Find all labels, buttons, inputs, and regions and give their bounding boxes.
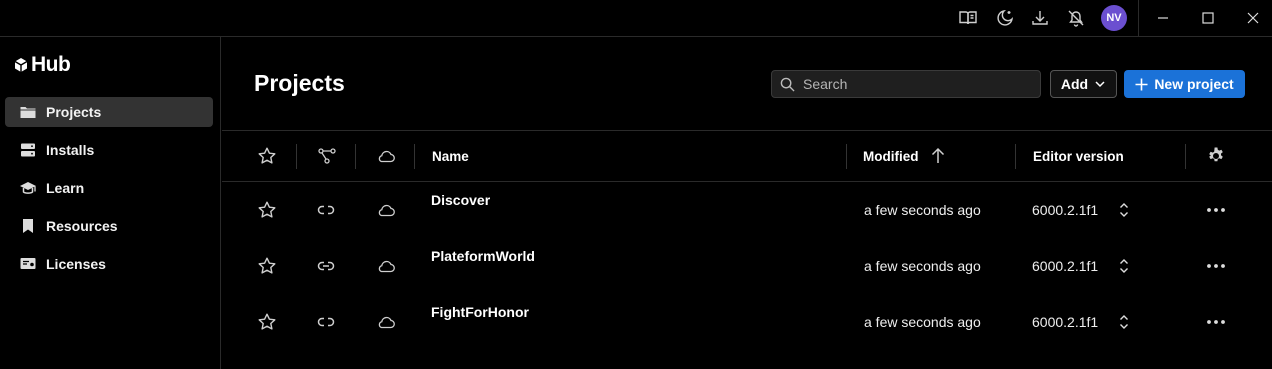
column-separator [846, 144, 847, 169]
sidebar-item-label: Learn [46, 180, 85, 196]
gear-icon[interactable] [1206, 146, 1226, 166]
star-icon[interactable] [257, 256, 277, 276]
column-separator [414, 144, 415, 169]
project-name[interactable]: FightForHonor [431, 304, 529, 320]
cloud-icon [376, 256, 396, 276]
server-icon [19, 141, 37, 159]
table-row[interactable]: FightForHonor a few seconds ago 6000.2.1… [222, 294, 1272, 350]
unlinked-icon [316, 200, 336, 220]
editor-version-column-header[interactable]: Editor version [1033, 149, 1124, 164]
plus-icon [1135, 78, 1148, 90]
close-icon [1247, 12, 1259, 24]
star-icon[interactable] [257, 312, 277, 332]
more-options-icon[interactable] [1204, 200, 1228, 220]
logo-text: Hub [31, 53, 71, 76]
sidebar-item-learn[interactable]: Learn [5, 173, 213, 203]
maximize-button[interactable] [1185, 0, 1231, 36]
bell-off-icon[interactable] [1066, 8, 1086, 28]
star-icon[interactable] [257, 200, 277, 220]
sidebar-item-installs[interactable]: Installs [5, 135, 213, 165]
cloud-icon [376, 200, 396, 220]
titlebar-divider [1138, 0, 1139, 37]
moon-icon[interactable] [995, 8, 1015, 28]
search-box[interactable] [771, 70, 1041, 98]
maximize-icon [1202, 12, 1214, 24]
cloud-column-icon[interactable] [376, 146, 396, 166]
favorite-column-star-icon[interactable] [257, 146, 277, 166]
sidebar: Hub Projects Installs Learn Resources Li… [0, 37, 221, 369]
modified-time: a few seconds ago [864, 202, 981, 218]
new-project-button[interactable]: New project [1124, 70, 1245, 98]
add-button-label: Add [1060, 76, 1089, 92]
divider [222, 130, 1272, 131]
modified-time: a few seconds ago [864, 258, 981, 274]
book-icon[interactable] [958, 8, 978, 28]
version-selector-chevrons-icon[interactable] [1116, 256, 1132, 276]
column-separator [1015, 144, 1016, 169]
search-icon [780, 77, 795, 92]
search-input[interactable] [803, 76, 1023, 92]
sidebar-item-label: Licenses [46, 256, 106, 272]
sidebar-item-label: Installs [46, 142, 95, 158]
project-name[interactable]: Discover [431, 192, 490, 208]
folder-icon [19, 103, 37, 121]
page-title: Projects [254, 70, 345, 96]
unity-logo-icon [14, 58, 28, 72]
modified-time: a few seconds ago [864, 314, 981, 330]
download-icon[interactable] [1030, 8, 1050, 28]
more-options-icon[interactable] [1204, 256, 1228, 276]
minimize-icon [1158, 17, 1168, 19]
more-options-icon[interactable] [1204, 312, 1228, 332]
modified-column-header[interactable]: Modified [863, 149, 919, 164]
editor-version: 6000.2.1f1 [1032, 258, 1099, 274]
hub-logo: Hub [14, 53, 71, 77]
bookmark-icon [19, 217, 37, 235]
graduation-cap-icon [19, 179, 37, 197]
column-separator [1185, 144, 1186, 169]
version-control-icon[interactable] [317, 146, 337, 166]
title-bar: NV [0, 0, 1272, 37]
column-separator [296, 144, 297, 169]
cloud-icon [376, 312, 396, 332]
sidebar-item-projects[interactable]: Projects [5, 97, 213, 127]
sidebar-item-licenses[interactable]: Licenses [5, 249, 213, 279]
unlinked-icon [316, 312, 336, 332]
new-project-label: New project [1154, 76, 1234, 92]
editor-version: 6000.2.1f1 [1032, 314, 1099, 330]
table-row[interactable]: Discover a few seconds ago 6000.2.1f1 [222, 182, 1272, 238]
sort-ascending-arrow-icon[interactable] [929, 146, 949, 166]
editor-version: 6000.2.1f1 [1032, 202, 1099, 218]
minimize-button[interactable] [1140, 0, 1186, 36]
sidebar-item-resources[interactable]: Resources [5, 211, 213, 241]
avatar[interactable]: NV [1101, 5, 1127, 31]
sidebar-item-label: Projects [46, 104, 102, 120]
chevron-down-icon [1095, 81, 1105, 88]
version-selector-chevrons-icon[interactable] [1116, 200, 1132, 220]
project-name[interactable]: PlateformWorld [431, 248, 535, 264]
license-icon [19, 255, 37, 273]
sidebar-item-label: Resources [46, 218, 118, 234]
close-button[interactable] [1230, 0, 1272, 36]
table-row[interactable]: PlateformWorld a few seconds ago 6000.2.… [222, 238, 1272, 294]
column-separator [355, 144, 356, 169]
name-column-header[interactable]: Name [432, 149, 469, 164]
add-button[interactable]: Add [1050, 70, 1117, 98]
version-selector-chevrons-icon[interactable] [1116, 312, 1132, 332]
link-icon [316, 256, 336, 276]
